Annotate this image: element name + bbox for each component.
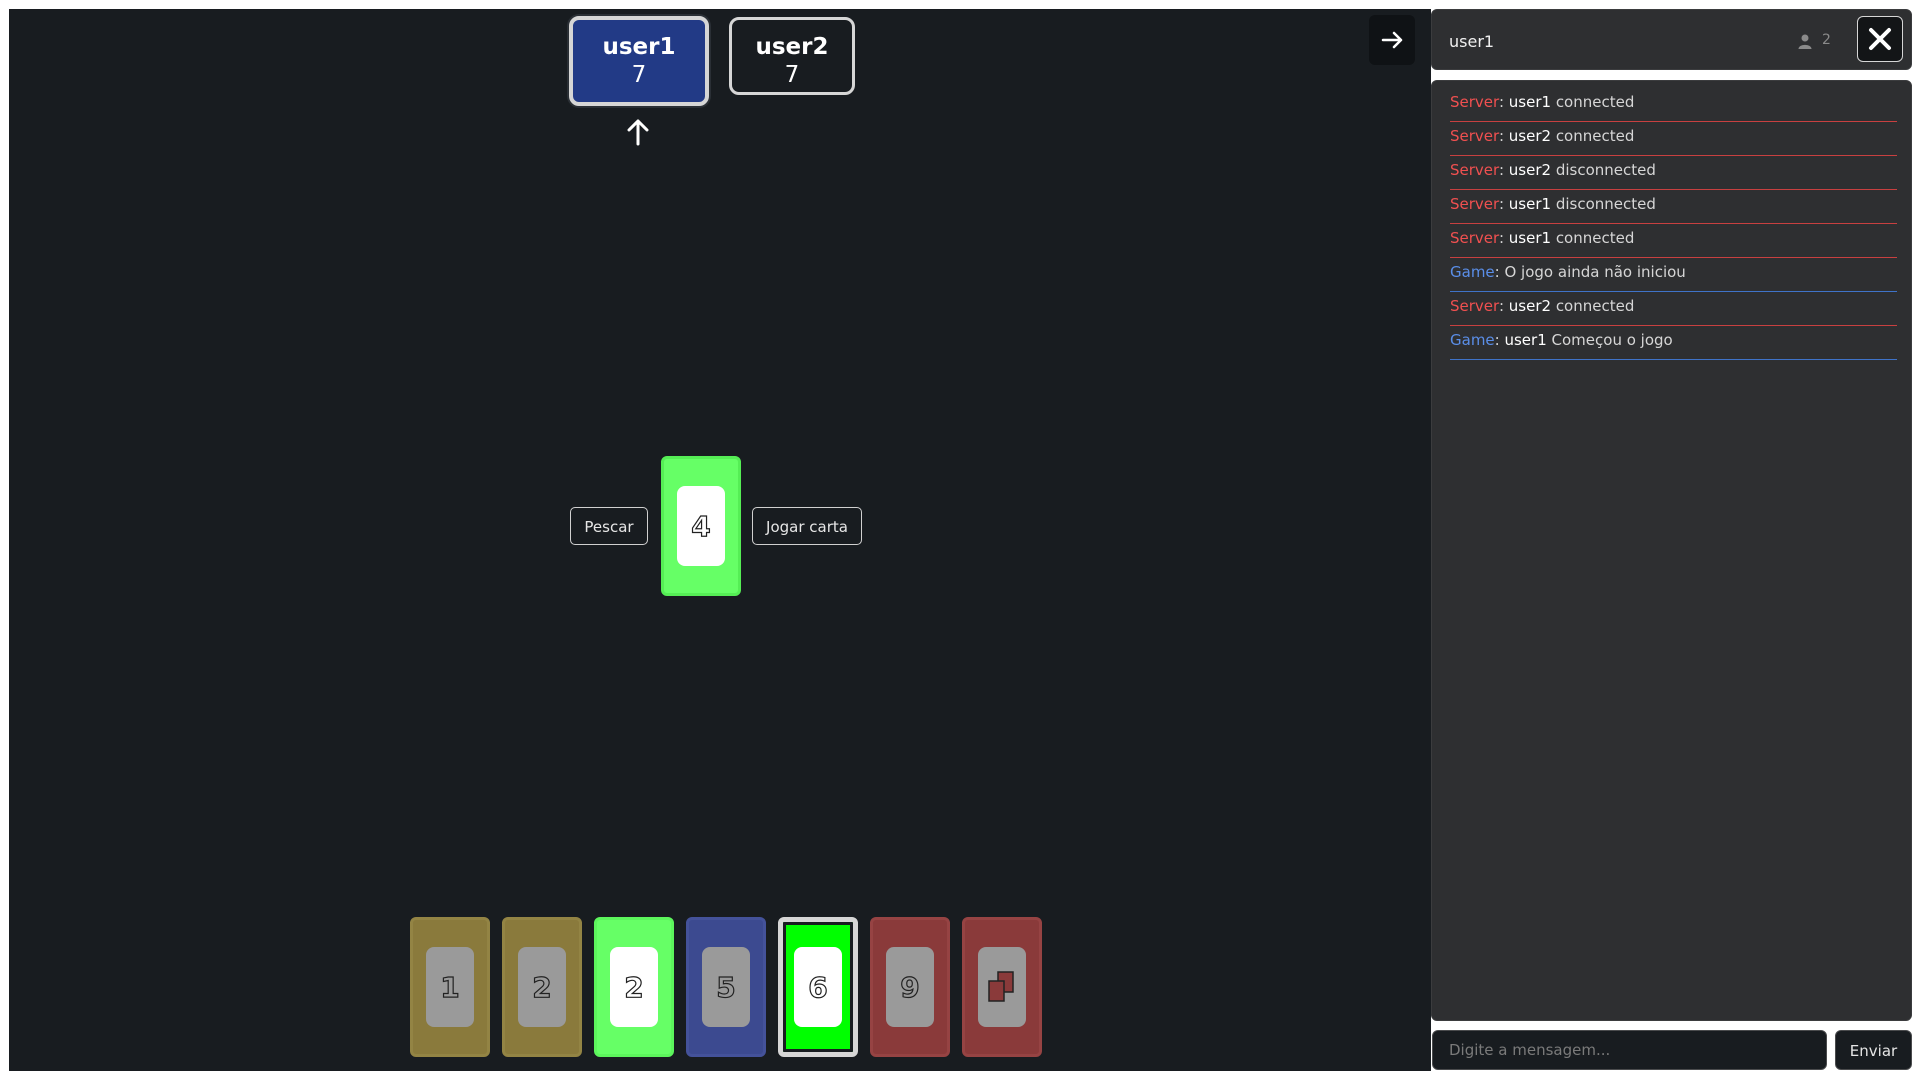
message-text: connected <box>1555 229 1635 247</box>
card-value: 1 <box>426 947 474 1027</box>
user-icon <box>1798 34 1812 49</box>
game-area: user1 7 user2 7 Pescar 4 Jogar carta 122… <box>9 9 1431 1071</box>
chat-message-log[interactable]: Server: user1 connected Server: user2 con… <box>1431 80 1912 1021</box>
hand-card[interactable]: 2 <box>502 917 582 1057</box>
card-value: 4 <box>677 486 725 566</box>
chat-header: user1 2 <box>1431 9 1912 70</box>
message-text: disconnected <box>1555 195 1656 213</box>
hand-card[interactable]: 2 <box>594 917 674 1057</box>
card-value: 9 <box>886 947 934 1027</box>
collapse-sidebar-button[interactable] <box>1369 15 1415 65</box>
chat-message: Game: user1 Começou o jogo <box>1450 330 1897 360</box>
hand-card[interactable]: 1 <box>410 917 490 1057</box>
chat-message: Server: user1 disconnected <box>1450 194 1897 224</box>
card-value: 6 <box>794 947 842 1027</box>
message-text: connected <box>1555 93 1635 111</box>
chat-message: Server: user2 connected <box>1450 296 1897 326</box>
player-card-count: 7 <box>784 62 800 88</box>
message-user: user2 <box>1508 127 1552 145</box>
message-user: user2 <box>1508 297 1552 315</box>
message-text: connected <box>1555 127 1635 145</box>
player-box-user1: user1 7 <box>569 16 709 106</box>
chat-message: Server: user2 connected <box>1450 126 1897 156</box>
player-box-user2: user2 7 <box>729 17 855 95</box>
card-value: 2 <box>518 947 566 1027</box>
current-user-label: user1 <box>1449 32 1495 51</box>
player-name: user1 <box>602 34 676 60</box>
turn-indicator-arrow-icon <box>627 119 649 146</box>
chat-message: Server: user1 connected <box>1450 228 1897 258</box>
message-source: Server <box>1450 93 1499 111</box>
close-button[interactable] <box>1857 16 1903 62</box>
message-user: user1 <box>1504 331 1547 349</box>
player-name: user2 <box>755 34 829 60</box>
message-text: Começou o jogo <box>1551 331 1673 349</box>
arrow-right-icon <box>1381 31 1403 49</box>
card-value: 2 <box>610 947 658 1027</box>
message-source: Server <box>1450 297 1499 315</box>
message-source: Server <box>1450 195 1499 213</box>
send-button[interactable]: Enviar <box>1835 1030 1912 1070</box>
message-source: Game <box>1450 263 1495 281</box>
message-text: connected <box>1555 297 1635 315</box>
message-source: Game <box>1450 331 1495 349</box>
chat-message: Server: user1 connected <box>1450 92 1897 122</box>
chat-message: Game: O jogo ainda não iniciou <box>1450 262 1897 292</box>
draw-card-button[interactable]: Pescar <box>570 507 648 545</box>
card-value: 5 <box>702 947 750 1027</box>
message-source: Server <box>1450 161 1499 179</box>
close-icon <box>1869 28 1891 50</box>
message-user: user1 <box>1508 195 1552 213</box>
discard-pile-card: 4 <box>661 456 741 596</box>
hand-card[interactable]: 6 <box>778 917 858 1057</box>
message-text: disconnected <box>1555 161 1656 179</box>
play-card-button[interactable]: Jogar carta <box>752 507 862 545</box>
message-user: user1 <box>1508 93 1552 111</box>
chat-message-input[interactable] <box>1432 1030 1827 1070</box>
draw-two-icon <box>978 947 1026 1027</box>
hand-card[interactable]: 5 <box>686 917 766 1057</box>
message-user: user2 <box>1508 161 1552 179</box>
player-card-count: 7 <box>631 62 647 88</box>
message-text: O jogo ainda não iniciou <box>1504 263 1686 281</box>
hand-card[interactable] <box>962 917 1042 1057</box>
chat-message: Server: user2 disconnected <box>1450 160 1897 190</box>
message-source: Server <box>1450 127 1499 145</box>
message-user: user1 <box>1508 229 1552 247</box>
message-source: Server <box>1450 229 1499 247</box>
hand-card[interactable]: 9 <box>870 917 950 1057</box>
online-count: 2 <box>1822 32 1831 48</box>
